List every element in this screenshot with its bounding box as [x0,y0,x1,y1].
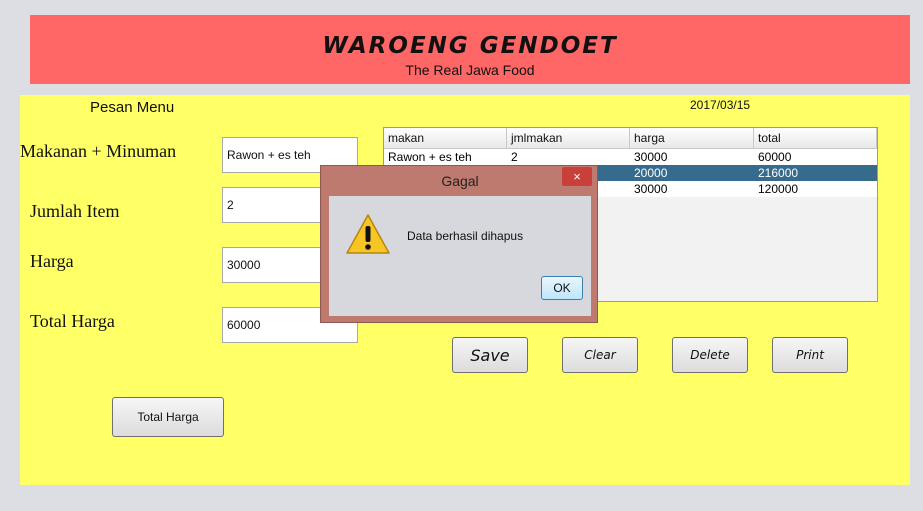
table-cell: 20000 [634,166,668,180]
table-cell: 2 [511,150,518,164]
message-dialog: Gagal × Data berhasil dihapus OK [320,165,598,323]
dialog-message: Data berhasil dihapus [407,229,524,243]
delete-button[interactable]: Delete [672,337,748,373]
total-label: Total Harga [30,311,115,331]
table-cell: 30000 [634,182,668,196]
table-header: makan jmlmakan harga total [384,128,877,149]
warning-icon [346,214,390,254]
table-cell: Rawon + es teh [388,150,472,164]
dialog-title: Gagal [441,173,479,189]
column-makan[interactable]: makan [384,128,507,148]
save-button[interactable]: Save [452,337,528,373]
column-harga[interactable]: harga [630,128,754,148]
table-row[interactable]: Rawon + es teh 2 30000 60000 [384,149,877,165]
dialog-body: Data berhasil dihapus OK [329,196,591,316]
table-cell: 216000 [758,166,799,180]
close-button[interactable]: × [562,167,592,186]
column-total[interactable]: total [754,128,877,148]
total-harga-button[interactable]: Total Harga [112,397,224,437]
print-button[interactable]: Print [772,337,848,373]
harga-field[interactable]: 30000 [222,247,322,283]
clear-button[interactable]: Clear [562,337,638,373]
harga-label: Harga [30,251,74,271]
date-label: 2017/03/15 [690,98,751,112]
makanan-label: Makanan + Minuman [20,141,177,161]
ok-button[interactable]: OK [541,276,583,300]
jumlah-field[interactable]: 2 [222,187,322,223]
table-cell: 30000 [634,150,668,164]
section-title: Pesan Menu [90,99,175,116]
jumlah-label: Jumlah Item [30,201,120,221]
app-subtitle: The Real Jawa Food [405,62,535,78]
header-banner: WAROENG GENDOET The Real Jawa Food [30,15,910,84]
app-title: WAROENG GENDOET [322,33,618,59]
table-cell: 60000 [758,150,792,164]
column-jmlmakan[interactable]: jmlmakan [507,128,630,148]
table-cell: 120000 [758,182,799,196]
